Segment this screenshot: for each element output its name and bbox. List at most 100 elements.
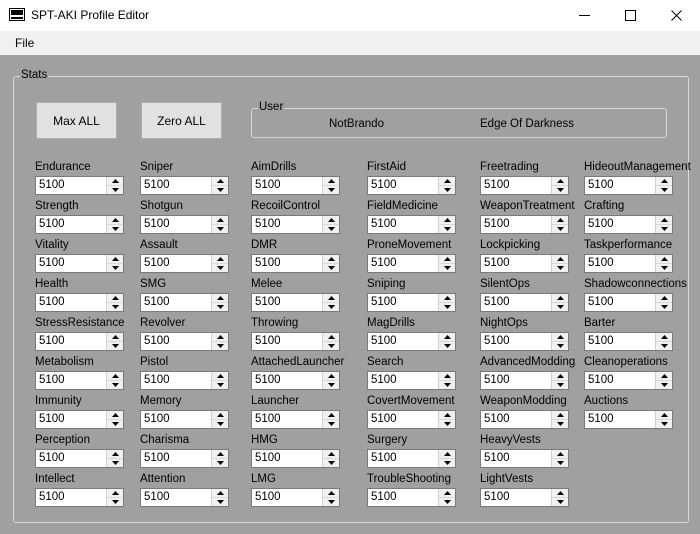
skill-value[interactable]: 5100 (39, 374, 65, 386)
spin-down-button[interactable] (212, 498, 228, 506)
skill-value[interactable]: 5100 (588, 296, 614, 308)
spin-up-button[interactable] (552, 216, 568, 225)
skill-value[interactable]: 5100 (144, 491, 170, 503)
skill-value[interactable]: 5100 (255, 218, 281, 230)
spin-up-button[interactable] (552, 450, 568, 459)
spin-up-button[interactable] (439, 177, 455, 186)
skill-input-attention[interactable]: 5100 (140, 488, 229, 507)
skill-value[interactable]: 5100 (371, 179, 397, 191)
skill-value[interactable]: 5100 (371, 296, 397, 308)
spin-up-button[interactable] (656, 177, 672, 186)
skill-value[interactable]: 5100 (255, 491, 281, 503)
skill-input-endurance[interactable]: 5100 (35, 176, 124, 195)
spin-down-button[interactable] (323, 186, 339, 194)
spin-up-button[interactable] (323, 450, 339, 459)
spin-down-button[interactable] (552, 459, 568, 467)
spin-down-button[interactable] (107, 459, 123, 467)
spin-up-button[interactable] (212, 489, 228, 498)
spin-up-button[interactable] (212, 450, 228, 459)
spin-down-button[interactable] (656, 264, 672, 272)
skill-value[interactable]: 5100 (39, 257, 65, 269)
spin-down-button[interactable] (212, 303, 228, 311)
spin-up-button[interactable] (439, 255, 455, 264)
skill-value[interactable]: 5100 (144, 452, 170, 464)
skill-input-search[interactable]: 5100 (367, 371, 456, 390)
spin-down-button[interactable] (552, 186, 568, 194)
skill-input-fieldmedicine[interactable]: 5100 (367, 215, 456, 234)
spin-down-button[interactable] (107, 186, 123, 194)
skill-input-shotgun[interactable]: 5100 (140, 215, 229, 234)
spin-down-button[interactable] (552, 264, 568, 272)
skill-input-cleanoperations[interactable]: 5100 (584, 371, 673, 390)
spin-up-button[interactable] (107, 372, 123, 381)
spin-down-button[interactable] (107, 303, 123, 311)
skill-value[interactable]: 5100 (484, 257, 510, 269)
spin-up-button[interactable] (656, 333, 672, 342)
spin-up-button[interactable] (552, 372, 568, 381)
skill-value[interactable]: 5100 (484, 296, 510, 308)
spin-up-button[interactable] (323, 489, 339, 498)
spin-up-button[interactable] (107, 255, 123, 264)
skill-input-lockpicking[interactable]: 5100 (480, 254, 569, 273)
spin-up-button[interactable] (212, 255, 228, 264)
skill-value[interactable]: 5100 (588, 374, 614, 386)
skill-value[interactable]: 5100 (588, 218, 614, 230)
spin-down-button[interactable] (656, 225, 672, 233)
skill-input-immunity[interactable]: 5100 (35, 410, 124, 429)
skill-input-troubleshooting[interactable]: 5100 (367, 488, 456, 507)
skill-input-auctions[interactable]: 5100 (584, 410, 673, 429)
spin-up-button[interactable] (656, 255, 672, 264)
skill-input-barter[interactable]: 5100 (584, 332, 673, 351)
skill-value[interactable]: 5100 (39, 491, 65, 503)
spin-up-button[interactable] (552, 489, 568, 498)
spin-up-button[interactable] (212, 177, 228, 186)
minimize-button[interactable] (561, 0, 607, 31)
spin-down-button[interactable] (212, 264, 228, 272)
spin-up-button[interactable] (656, 372, 672, 381)
skill-value[interactable]: 5100 (484, 218, 510, 230)
skill-value[interactable]: 5100 (371, 413, 397, 425)
spin-up-button[interactable] (107, 177, 123, 186)
spin-down-button[interactable] (212, 459, 228, 467)
spin-down-button[interactable] (656, 381, 672, 389)
spin-down-button[interactable] (552, 342, 568, 350)
skill-value[interactable]: 5100 (39, 179, 65, 191)
skill-value[interactable]: 5100 (144, 335, 170, 347)
spin-down-button[interactable] (439, 459, 455, 467)
skill-input-charisma[interactable]: 5100 (140, 449, 229, 468)
skill-input-dmr[interactable]: 5100 (251, 254, 340, 273)
spin-down-button[interactable] (439, 342, 455, 350)
spin-down-button[interactable] (656, 186, 672, 194)
spin-up-button[interactable] (439, 216, 455, 225)
spin-up-button[interactable] (439, 333, 455, 342)
spin-down-button[interactable] (323, 498, 339, 506)
spin-up-button[interactable] (439, 372, 455, 381)
spin-up-button[interactable] (439, 450, 455, 459)
skill-value[interactable]: 5100 (144, 257, 170, 269)
skill-input-sniping[interactable]: 5100 (367, 293, 456, 312)
skill-input-lightvests[interactable]: 5100 (480, 488, 569, 507)
skill-input-lmg[interactable]: 5100 (251, 488, 340, 507)
spin-up-button[interactable] (552, 177, 568, 186)
spin-up-button[interactable] (552, 255, 568, 264)
spin-up-button[interactable] (656, 294, 672, 303)
skill-value[interactable]: 5100 (484, 491, 510, 503)
skill-value[interactable]: 5100 (588, 335, 614, 347)
spin-up-button[interactable] (212, 216, 228, 225)
spin-down-button[interactable] (552, 420, 568, 428)
skill-input-magdrills[interactable]: 5100 (367, 332, 456, 351)
skill-value[interactable]: 5100 (371, 218, 397, 230)
skill-input-health[interactable]: 5100 (35, 293, 124, 312)
spin-up-button[interactable] (323, 216, 339, 225)
skill-value[interactable]: 5100 (144, 296, 170, 308)
skill-input-assault[interactable]: 5100 (140, 254, 229, 273)
skill-input-advancedmodding[interactable]: 5100 (480, 371, 569, 390)
skill-value[interactable]: 5100 (588, 257, 614, 269)
skill-input-shadowconnections[interactable]: 5100 (584, 293, 673, 312)
skill-input-throwing[interactable]: 5100 (251, 332, 340, 351)
spin-up-button[interactable] (656, 411, 672, 420)
spin-down-button[interactable] (656, 303, 672, 311)
zero-all-button[interactable]: Zero ALL (141, 102, 222, 139)
spin-up-button[interactable] (323, 255, 339, 264)
skill-input-intellect[interactable]: 5100 (35, 488, 124, 507)
